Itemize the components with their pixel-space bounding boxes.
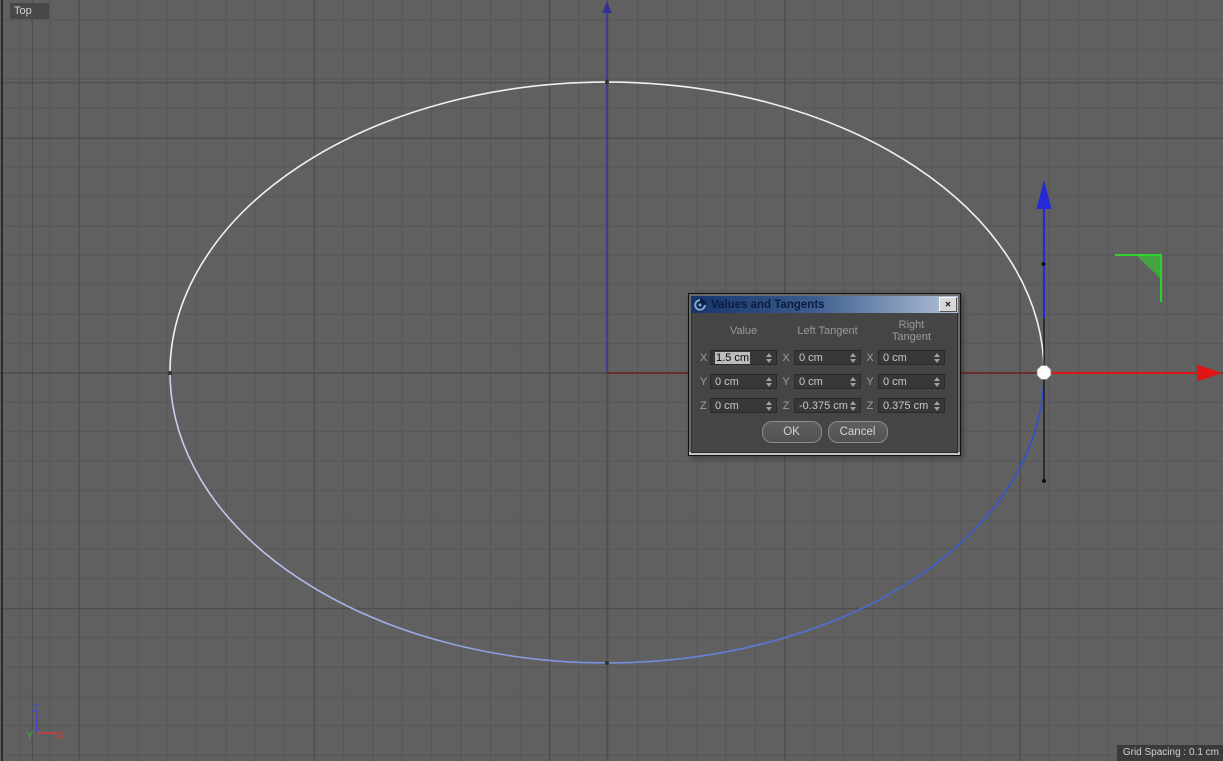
z-left-tangent-field[interactable]: -0.375 cm — [794, 398, 861, 413]
y-left-tangent-text: 0 cm — [799, 376, 823, 388]
z-value-field[interactable]: 0 cm — [710, 398, 777, 413]
selected-spline-point[interactable] — [1037, 366, 1051, 380]
x-value-label: X — [699, 352, 710, 364]
dialog-content: Value Left Tangent Right Tangent X 1.5 c… — [691, 313, 958, 453]
spinner-icon[interactable] — [765, 352, 773, 363]
spinner-icon[interactable] — [849, 376, 857, 387]
spline-point-top[interactable] — [605, 80, 609, 84]
row-x: X 1.5 cm X 0 cm X 0 cm — [692, 349, 957, 366]
spinner-icon[interactable] — [849, 400, 857, 411]
spline-point-left[interactable] — [168, 371, 172, 375]
spline-point-bottom[interactable] — [605, 661, 609, 665]
column-headers: Value Left Tangent Right Tangent — [692, 319, 957, 349]
tangent-handle-bottom-dot[interactable] — [1042, 479, 1046, 483]
z-value-text: 0 cm — [715, 400, 739, 412]
y-left-tangent-field[interactable]: 0 cm — [794, 374, 861, 389]
y-right-tangent-label: Y — [861, 376, 878, 388]
row-z: Z 0 cm Z -0.375 cm Z 0.375 cm — [692, 397, 957, 414]
x-right-tangent-text: 0 cm — [883, 352, 907, 364]
z-right-tangent-field[interactable]: 0.375 cm — [878, 398, 945, 413]
axis-indicator: Z Y X — [26, 703, 64, 742]
dialog-title: Values and Tangents — [711, 299, 825, 311]
values-and-tangents-dialog: Values and Tangents ✕ Value Left Tangent… — [688, 293, 961, 456]
header-right-tangent: Right Tangent — [878, 319, 945, 343]
axis-indicator-x-label: X — [56, 730, 64, 742]
spinner-icon[interactable] — [933, 376, 941, 387]
y-value-text: 0 cm — [715, 376, 739, 388]
spinner-icon[interactable] — [933, 352, 941, 363]
dialog-buttons: OK Cancel — [692, 421, 957, 443]
spinner-icon[interactable] — [765, 400, 773, 411]
x-left-tangent-text: 0 cm — [799, 352, 823, 364]
ok-button[interactable]: OK — [762, 421, 822, 443]
x-left-tangent-label: X — [777, 352, 794, 364]
z-left-tangent-label: Z — [777, 400, 794, 412]
gizmo-plane-handle-fill[interactable] — [1137, 256, 1161, 279]
x-value-text: 1.5 cm — [715, 352, 750, 364]
z-right-tangent-label: Z — [861, 400, 878, 412]
viewport-top[interactable]: Z Y X Top Grid Spacing : 0.1 cm — [0, 0, 1223, 761]
z-value-label: Z — [699, 400, 710, 412]
cancel-button[interactable]: Cancel — [828, 421, 888, 443]
row-y: Y 0 cm Y 0 cm Y 0 cm — [692, 373, 957, 390]
world-z-axis-arrowhead-icon — [603, 1, 612, 13]
axis-indicator-y-label: Y — [26, 730, 34, 742]
y-value-field[interactable]: 0 cm — [710, 374, 777, 389]
x-right-tangent-label: X — [861, 352, 878, 364]
dialog-titlebar[interactable]: Values and Tangents ✕ — [691, 296, 958, 313]
y-right-tangent-text: 0 cm — [883, 376, 907, 388]
header-value: Value — [710, 325, 777, 337]
y-right-tangent-field[interactable]: 0 cm — [878, 374, 945, 389]
x-left-tangent-field[interactable]: 0 cm — [794, 350, 861, 365]
y-value-label: Y — [699, 376, 710, 388]
spinner-icon[interactable] — [765, 376, 773, 387]
tangent-handle-top-dot[interactable] — [1042, 262, 1046, 266]
view-label[interactable]: Top — [10, 3, 49, 19]
y-left-tangent-label: Y — [777, 376, 794, 388]
spinner-icon[interactable] — [849, 352, 857, 363]
header-left-tangent: Left Tangent — [794, 325, 861, 337]
spinner-icon[interactable] — [933, 400, 941, 411]
x-value-field[interactable]: 1.5 cm — [710, 350, 777, 365]
gizmo-z-axis-arrowhead-icon[interactable] — [1037, 180, 1052, 209]
x-right-tangent-field[interactable]: 0 cm — [878, 350, 945, 365]
z-left-tangent-text: -0.375 cm — [799, 400, 848, 412]
z-right-tangent-text: 0.375 cm — [883, 400, 928, 412]
axis-indicator-z-label: Z — [32, 703, 39, 715]
gizmo-x-axis-arrowhead-icon[interactable] — [1197, 365, 1222, 382]
close-icon[interactable]: ✕ — [939, 297, 957, 312]
viewport-left-border — [1, 0, 3, 761]
grid-spacing-status: Grid Spacing : 0.1 cm — [1117, 745, 1223, 761]
scene-canvas: Z Y X — [0, 0, 1223, 761]
app-logo-icon — [693, 298, 707, 312]
